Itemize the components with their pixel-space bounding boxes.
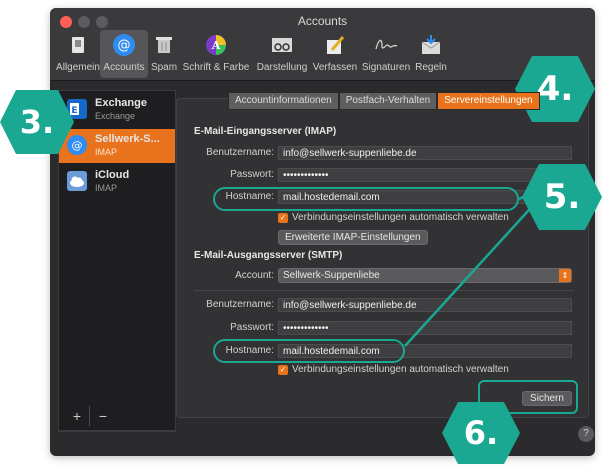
at-icon: @ <box>111 32 137 58</box>
remove-account-button[interactable]: − <box>93 408 113 424</box>
rules-icon <box>418 32 444 58</box>
outgoing-username-field[interactable]: info@sellwerk-suppenliebe.de <box>278 298 572 312</box>
incoming-username-label: Benutzername: <box>206 147 274 158</box>
outgoing-auto-manage-checkbox[interactable]: ✓ <box>278 365 288 375</box>
incoming-auto-manage-label: Verbindungseinstellungen automatisch ver… <box>292 212 509 223</box>
toolbar-item-spam[interactable]: Spam <box>150 30 178 78</box>
outgoing-auto-manage-label: Verbindungseinstellungen automatisch ver… <box>292 364 509 375</box>
section-divider <box>194 290 574 291</box>
outgoing-password-field[interactable]: ••••••••••••• <box>278 321 572 335</box>
svg-text:A: A <box>211 39 221 52</box>
tab-accountinformationen[interactable]: Accountinformationen <box>228 92 339 110</box>
pencil-icon <box>322 32 348 58</box>
outgoing-account-select[interactable]: Sellwerk-Suppenliebe ⇕ <box>278 268 572 283</box>
window-title: Accounts <box>297 14 348 28</box>
chevron-updown-icon: ⇕ <box>559 269 571 282</box>
incoming-heading: E-Mail-Eingangsserver (IMAP) <box>194 126 337 137</box>
outgoing-hostname-highlight <box>213 339 405 363</box>
step-badge-4: 4. <box>515 56 595 122</box>
glasses-icon <box>269 32 295 58</box>
incoming-username-field[interactable]: info@sellwerk-suppenliebe.de <box>278 146 572 160</box>
trash-icon <box>151 32 177 58</box>
toolbar: Accounts Allgemein @ Accounts Spam A Sch… <box>50 8 595 81</box>
tab-servereinstellungen[interactable]: Servereinstellungen <box>437 92 540 110</box>
step-badge-6: 6. <box>442 402 520 464</box>
toolbar-item-darstellung[interactable]: Darstellung <box>254 30 310 78</box>
step-badge-5: 5. <box>522 164 602 230</box>
icloud-icon <box>67 171 87 191</box>
settings-tabs: Accountinformationen Postfach-Verhalten … <box>228 92 540 110</box>
toolbar-item-accounts[interactable]: @ Accounts <box>100 30 148 78</box>
advanced-imap-settings-button[interactable]: Erweiterte IMAP-Einstellungen <box>278 230 428 245</box>
help-button[interactable]: ? <box>578 426 594 442</box>
incoming-password-label: Passwort: <box>230 169 274 180</box>
toolbar-item-schrift-farbe[interactable]: A Schrift & Farbe <box>182 30 250 78</box>
account-item-icloud[interactable]: iCloud IMAP <box>59 165 175 199</box>
outgoing-username-label: Benutzername: <box>206 299 274 310</box>
account-list: E Exchange Exchange @ Sellwerk-S... IMAP… <box>58 90 176 432</box>
account-item-exchange[interactable]: E Exchange Exchange <box>59 93 175 127</box>
outgoing-password-label: Passwort: <box>230 322 274 333</box>
add-account-button[interactable]: + <box>67 408 87 424</box>
toolbar-item-verfassen[interactable]: Verfassen <box>312 30 358 78</box>
account-item-sellwerk[interactable]: @ Sellwerk-S... IMAP <box>59 129 175 163</box>
outgoing-account-label: Account: <box>235 270 274 281</box>
toolbar-item-allgemein[interactable]: Allgemein <box>56 30 100 78</box>
palette-icon: A <box>203 32 229 58</box>
outgoing-heading: E-Mail-Ausgangsserver (SMTP) <box>194 250 343 261</box>
tab-postfach-verhalten[interactable]: Postfach-Verhalten <box>338 92 438 110</box>
outgoing-account-value: Sellwerk-Suppenliebe <box>283 270 380 281</box>
incoming-hostname-highlight <box>213 187 519 211</box>
toolbar-item-regeln[interactable]: Regeln <box>414 30 448 78</box>
svg-text:@: @ <box>118 38 131 53</box>
toolbar-item-signaturen[interactable]: Signaturen <box>360 30 412 78</box>
switch-icon <box>65 32 91 58</box>
account-list-footer: + − <box>58 400 176 431</box>
step-badge-3: 3. <box>0 90 74 154</box>
divider <box>89 406 90 426</box>
incoming-auto-manage-checkbox[interactable]: ✓ <box>278 213 288 223</box>
signature-icon <box>373 32 399 58</box>
